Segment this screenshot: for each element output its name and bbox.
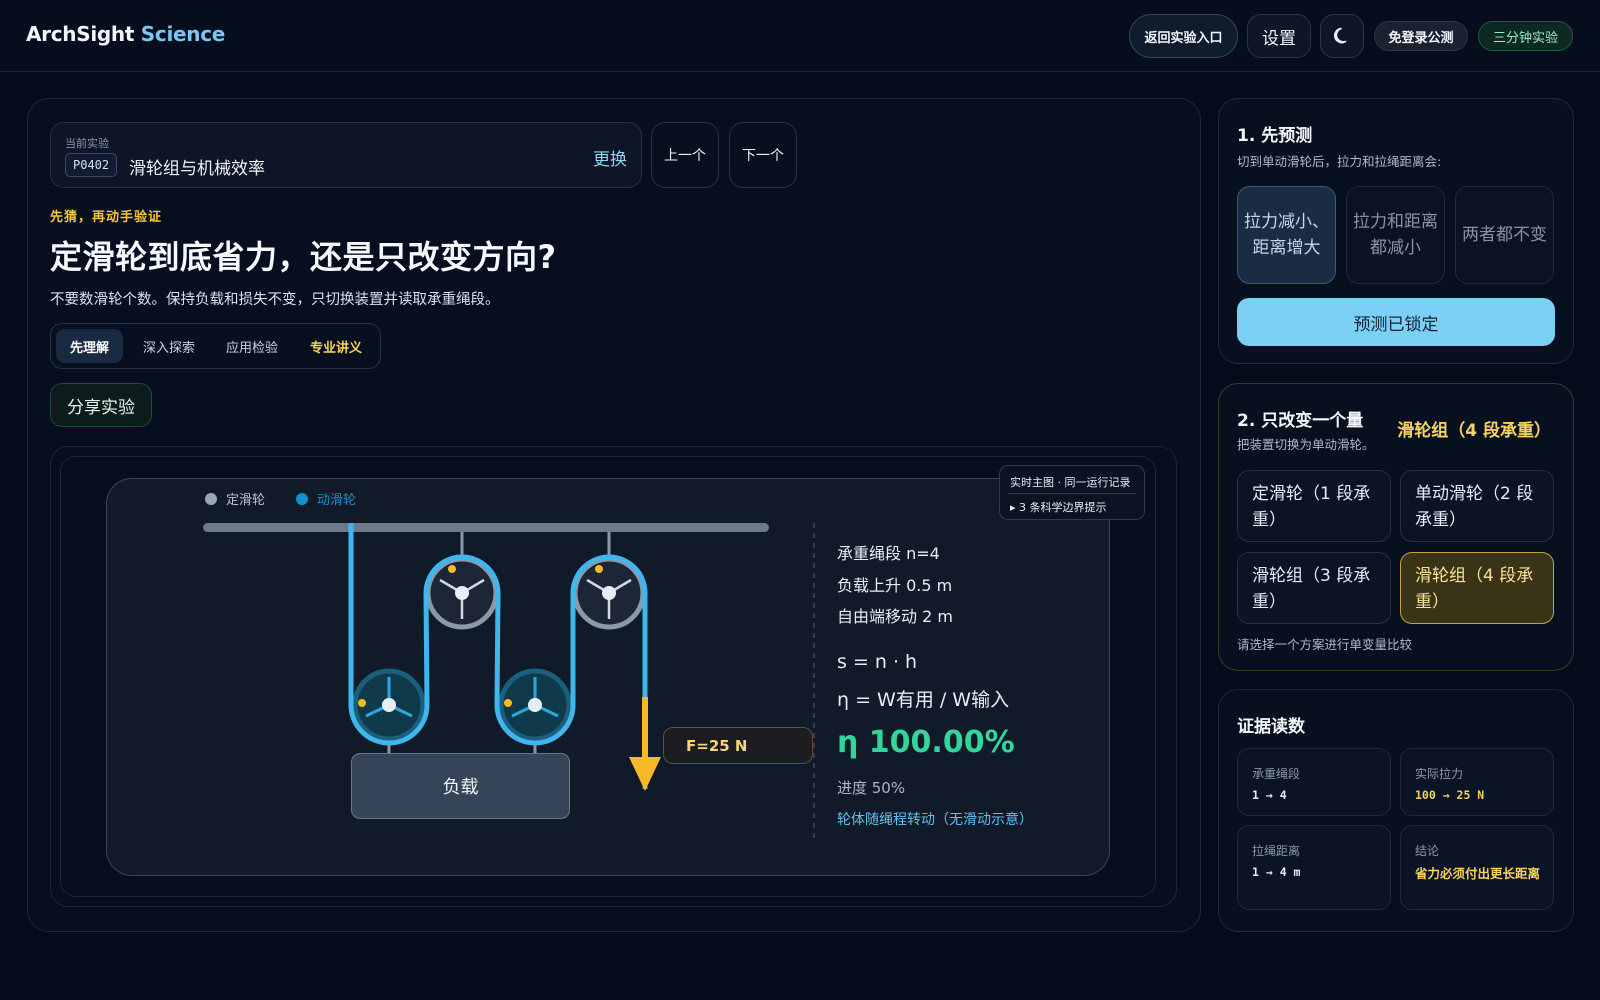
tab-understand[interactable]: 先理解 [56,329,123,363]
rise-readout: 负载上升 0.5 m [837,576,953,595]
science-boundary-hints[interactable]: ▸ 3 条科学边界提示 [1010,499,1107,515]
section-kicker: 先猜，再动手验证 [50,210,163,225]
return-to-entry-button[interactable]: 返回实验入口 [1129,14,1238,58]
live-chart-tag[interactable]: 实时主图 · 同一运行记录 ▸ 3 条科学边界提示 [999,465,1145,520]
force-label: F=25 N [663,727,813,764]
predict-heading: 1. 先预测 [1237,126,1313,146]
variable-hint: 请选择一个方案进行单变量比较 [1237,637,1413,652]
prediction-option[interactable]: 拉力减小、距离增大 [1237,186,1336,284]
evidence-card: 结论 省力必须付出更长距离 [1400,825,1554,910]
evidence-card: 拉绳距离 1 → 4 m [1237,825,1391,910]
moving-pulley-2 [498,668,572,742]
page-subtitle: 不要数滑轮个数。保持负载和损失不变，只切换装置并读取承重绳段。 [50,292,500,308]
top-bar: ArchSight Science 返回实验入口 设置 免登录公测 三分钟实验 [0,0,1600,72]
brand-logo[interactable]: ArchSight Science [26,22,225,46]
force-arrow [629,697,661,791]
variable-heading: 2. 只改变一个量 [1237,411,1364,431]
setup-option[interactable]: 单动滑轮（2 段承重） [1400,470,1554,542]
moving-pulley-1 [352,668,426,742]
evidence-key: 拉绳距离 [1252,844,1301,858]
evidence-key: 承重绳段 [1252,767,1301,781]
mode-tabs: 先理解 深入探索 应用检验 专业讲义 [50,323,381,369]
evidence-heading: 证据读数 [1237,717,1305,737]
prediction-locked-button[interactable]: 预测已锁定 [1237,298,1555,346]
prediction-option[interactable]: 两者都不变 [1455,186,1554,284]
evidence-key: 结论 [1415,844,1440,858]
evidence-card: 实际拉力 100 → 25 N [1400,748,1554,816]
experiment-code: P0402 [65,153,118,177]
live-divider [1008,493,1136,494]
ceiling-beam [203,523,769,532]
evidence-key: 实际拉力 [1415,767,1464,781]
variable-panel: 2. 只改变一个量 把装置切换为单动滑轮。 滑轮组（4 段承重） 定滑轮（1 段… [1218,383,1574,671]
experiment-selector: 当前实验 P0402 滑轮组与机械效率 更换 [50,122,642,188]
settings-button[interactable]: 设置 [1247,14,1311,58]
tab-apply[interactable]: 应用检验 [213,329,291,363]
legend-moving-pulley: 动滑轮 [296,489,356,508]
evidence-value: 1 → 4 m [1252,865,1301,879]
setup-option[interactable]: 滑轮组（4 段承重） [1400,552,1554,624]
share-experiment-button[interactable]: 分享实验 [50,383,152,427]
experiment-name: 滑轮组与机械效率 [129,159,265,179]
legend-fixed-label: 定滑轮 [226,493,266,508]
load-block: 负载 [351,753,570,819]
legend-moving-label: 动滑轮 [317,493,357,508]
efficiency-formula: η = W有用 / W输入 [837,689,1010,711]
setup-option[interactable]: 滑轮组（3 段承重） [1237,552,1391,624]
prediction-option[interactable]: 拉力和距离都减小 [1346,186,1445,284]
selector-caption: 当前实验 [65,137,109,150]
efficiency-value: η 100.00% [837,725,1015,760]
free-end-readout: 自由端移动 2 m [837,607,953,626]
legend-fixed-pulley: 定滑轮 [205,489,265,508]
evidence-value: 省力必须付出更长距离 [1415,866,1541,881]
evidence-card: 承重绳段 1 → 4 [1237,748,1391,816]
simulation-canvas: 定滑轮 动滑轮 负载 F=25 N 承重绳段 n=4 负载上升 0.5 m 自由… [106,478,1110,876]
current-setup-badge: 滑轮组（4 段承重） [1397,421,1551,441]
previous-button[interactable]: 上一个 [651,122,719,188]
next-button[interactable]: 下一个 [729,122,797,188]
three-minute-badge: 三分钟实验 [1478,21,1573,51]
predict-panel: 1. 先预测 切到单动滑轮后，拉力和拉绳距离会: 拉力减小、距离增大 拉力和距离… [1218,98,1574,364]
segments-readout: 承重绳段 n=4 [837,544,940,563]
setup-option[interactable]: 定滑轮（1 段承重） [1237,470,1391,542]
tab-lecture[interactable]: 专业讲义 [297,329,375,363]
swap-experiment-button[interactable]: 更换 [593,145,627,170]
page-title: 定滑轮到底省力，还是只改变方向? [50,238,557,276]
variable-sub: 把装置切换为单动滑轮。 [1237,437,1375,452]
moon-icon [1333,27,1347,44]
rotation-note: 轮体随绳程转动（无滑动示意） [837,812,1033,828]
legend-moving-dot [296,492,308,505]
evidence-value: 100 → 25 N [1415,788,1485,802]
legend-fixed-dot [205,492,217,505]
public-beta-badge: 免登录公测 [1374,21,1468,51]
tab-explore[interactable]: 深入探索 [131,329,207,363]
live-title: 实时主图 · 同一运行记录 [1010,476,1131,489]
distance-formula: s = n · h [837,651,918,673]
evidence-value: 1 → 4 [1252,788,1287,802]
evidence-panel: 证据读数 承重绳段 1 → 4 实际拉力 100 → 25 N 拉绳距离 1 →… [1218,689,1574,932]
theme-toggle-button[interactable] [1320,14,1364,58]
brand-suffix: Science [140,22,226,46]
progress-text: 进度 50% [837,779,906,797]
predict-prompt: 切到单动滑轮后，拉力和拉绳距离会: [1237,154,1442,169]
brand-name: ArchSight [26,22,135,46]
